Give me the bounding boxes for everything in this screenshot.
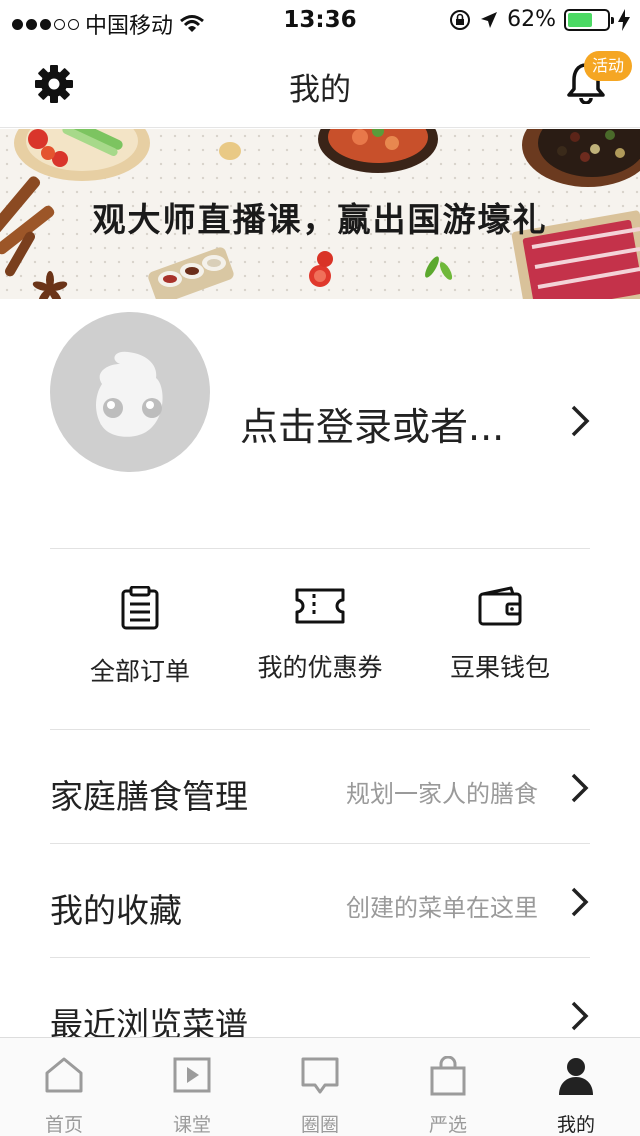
shortcut-my-coupons[interactable]: 我的优惠券 bbox=[230, 586, 410, 684]
wallet-icon bbox=[478, 586, 522, 626]
shortcut-wallet[interactable]: 豆果钱包 bbox=[410, 586, 590, 684]
charging-bolt-icon bbox=[618, 8, 630, 31]
shortcut-label: 全部订单 bbox=[89, 657, 190, 686]
tab-label: 我的 bbox=[556, 1114, 595, 1136]
menu-row-meal-management[interactable]: 家庭膳食管理 规划一家人的膳食 bbox=[50, 730, 590, 844]
divider bbox=[50, 548, 590, 549]
battery-level bbox=[568, 12, 592, 27]
shortcut-label: 我的优惠券 bbox=[257, 653, 383, 682]
tab-circle[interactable]: 圈圈 bbox=[256, 1038, 384, 1136]
menu-hint: 创建的菜单在这里 bbox=[346, 894, 538, 922]
tab-selection[interactable]: 严选 bbox=[384, 1038, 512, 1136]
status-right: 62% bbox=[449, 7, 630, 32]
chat-icon bbox=[301, 1057, 339, 1094]
clipboard-icon bbox=[121, 586, 159, 630]
navigation-bar: 我的 活动 bbox=[0, 40, 640, 128]
menu-title: 我的收藏 bbox=[50, 891, 182, 930]
battery-icon bbox=[564, 8, 614, 31]
home-icon bbox=[45, 1057, 83, 1093]
status-bar: 中国移动 13:36 62% bbox=[0, 0, 640, 40]
menu-title: 家庭膳食管理 bbox=[50, 777, 248, 816]
play-icon bbox=[173, 1057, 211, 1093]
orientation-lock-icon bbox=[450, 9, 471, 30]
tab-class[interactable]: 课堂 bbox=[128, 1038, 256, 1136]
banner-headline: 观大师直播课，赢出国游壕礼 bbox=[92, 200, 548, 239]
shortcut-all-orders[interactable]: 全部订单 bbox=[50, 586, 230, 688]
tab-label: 圈圈 bbox=[300, 1114, 339, 1136]
location-arrow-icon bbox=[481, 11, 498, 28]
profile-section[interactable]: 点击登录或者... bbox=[0, 300, 640, 548]
chevron-right-icon bbox=[571, 887, 589, 917]
chevron-right-icon bbox=[571, 405, 590, 437]
user-icon bbox=[559, 1058, 593, 1095]
chevron-right-icon bbox=[571, 773, 589, 803]
tab-home[interactable]: 首页 bbox=[0, 1038, 128, 1136]
shortcut-label: 豆果钱包 bbox=[449, 653, 550, 682]
menu-hint: 规划一家人的膳食 bbox=[346, 780, 538, 808]
tab-label: 严选 bbox=[428, 1114, 467, 1136]
tab-mine[interactable]: 我的 bbox=[512, 1038, 640, 1136]
tab-bar: 首页 课堂 圈圈 严选 我的 bbox=[0, 1037, 640, 1136]
activity-badge[interactable]: 活动 bbox=[584, 51, 633, 81]
login-prompt[interactable]: 点击登录或者... bbox=[240, 396, 504, 451]
chevron-right-icon bbox=[571, 1001, 589, 1031]
bag-icon bbox=[430, 1056, 466, 1096]
ticket-icon bbox=[295, 588, 345, 624]
tab-label: 首页 bbox=[44, 1114, 83, 1136]
avatar[interactable] bbox=[50, 312, 210, 472]
promo-banner[interactable]: 观大师直播课，赢出国游壕礼 bbox=[0, 129, 640, 299]
page-title: 我的 bbox=[289, 72, 351, 108]
tab-label: 课堂 bbox=[172, 1114, 211, 1136]
menu-row-my-favorites[interactable]: 我的收藏 创建的菜单在这里 bbox=[50, 844, 590, 958]
battery-percent: 62% bbox=[507, 7, 556, 32]
default-avatar-icon bbox=[96, 351, 163, 437]
